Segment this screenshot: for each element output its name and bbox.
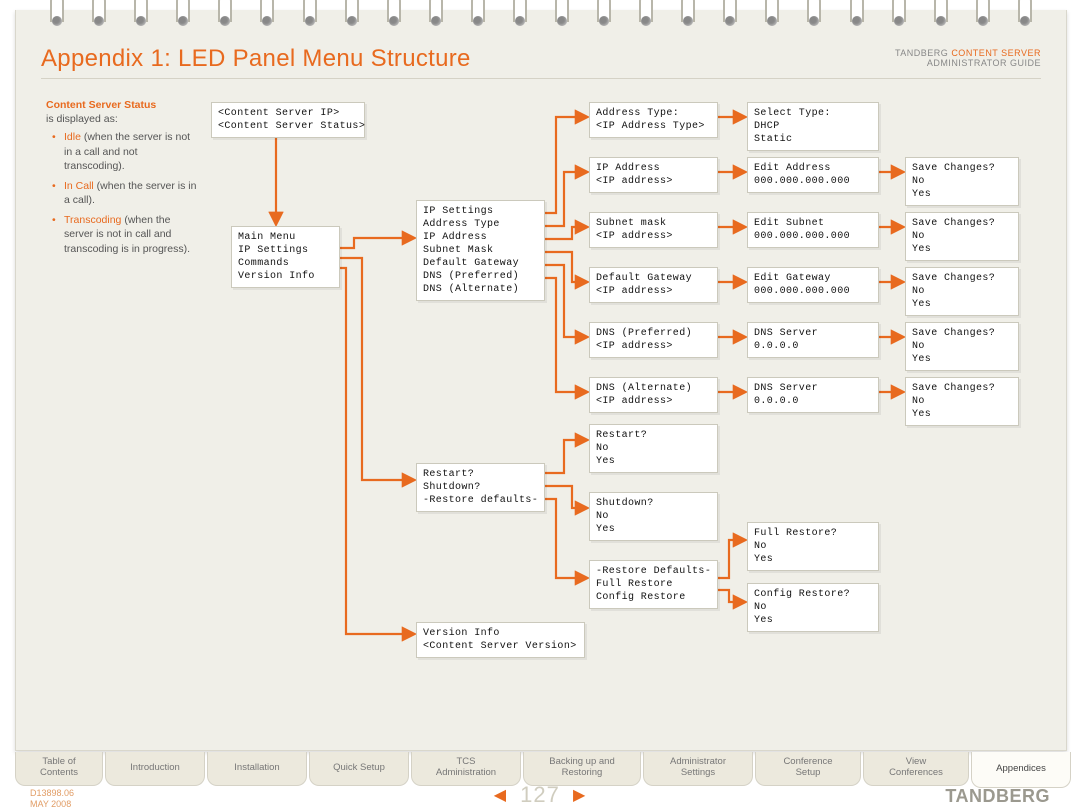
- page-title: Appendix 1: LED Panel Menu Structure: [41, 45, 471, 73]
- box-ip-settings: IP Settings Address Type IP Address Subn…: [416, 200, 545, 301]
- brand-sub: ADMINISTRATOR GUIDE: [927, 58, 1041, 68]
- box-shutdown: Shutdown? No Yes: [589, 492, 718, 541]
- page-card: Appendix 1: LED Panel Menu Structure TAN…: [15, 10, 1067, 751]
- page-number: 127: [520, 782, 560, 807]
- status-legend: Content Server Status is displayed as: I…: [46, 98, 201, 262]
- box-edit-gateway: Edit Gateway 000.000.000.000: [747, 267, 879, 303]
- box-dns-pref: DNS (Preferred) <IP address>: [589, 322, 718, 358]
- box-version-info: Version Info <Content Server Version>: [416, 622, 585, 658]
- legend-item-idle: Idle (when the server is not in a call a…: [56, 130, 201, 173]
- box-save-1: Save Changes? No Yes: [905, 157, 1019, 206]
- tab-admin-set[interactable]: Administrator Settings: [643, 752, 753, 786]
- header-divider: [41, 78, 1041, 79]
- tab-installation[interactable]: Installation: [207, 752, 307, 786]
- box-select-type: Select Type: DHCP Static: [747, 102, 879, 151]
- page-nav: ◀ 127 ▶: [0, 782, 1080, 808]
- doc-header-right: TANDBERG CONTENT SERVER ADMINISTRATOR GU…: [895, 48, 1041, 68]
- box-gateway: Default Gateway <IP address>: [589, 267, 718, 303]
- box-subnet: Subnet mask <IP address>: [589, 212, 718, 248]
- tab-quick-setup[interactable]: Quick Setup: [309, 752, 409, 786]
- legend-heading: Content Server Status: [46, 99, 156, 111]
- tab-toc[interactable]: Table of Contents: [15, 752, 103, 786]
- tab-view-conf[interactable]: View Conferences: [863, 752, 969, 786]
- box-main-menu: Main Menu IP Settings Commands Version I…: [231, 226, 340, 288]
- tab-backup[interactable]: Backing up and Restoring: [523, 752, 641, 786]
- legend-intro: is displayed as:: [46, 113, 118, 125]
- box-edit-subnet: Edit Subnet 000.000.000.000: [747, 212, 879, 248]
- box-commands: Restart? Shutdown? -Restore defaults-: [416, 463, 545, 512]
- box-conf-restore: Config Restore? No Yes: [747, 583, 879, 632]
- box-edit-address: Edit Address 000.000.000.000: [747, 157, 879, 193]
- brand-text: TANDBERG: [895, 48, 951, 58]
- prev-page-icon[interactable]: ◀: [494, 787, 507, 804]
- box-restart: Restart? No Yes: [589, 424, 718, 473]
- legend-item-transcoding: Transcoding (when the server is not in c…: [56, 213, 201, 256]
- box-save-4: Save Changes? No Yes: [905, 322, 1019, 371]
- next-page-icon[interactable]: ▶: [573, 787, 586, 804]
- box-dns-alt: DNS (Alternate) <IP address>: [589, 377, 718, 413]
- bottom-tabbar: Table of Contents Introduction Installat…: [15, 752, 1065, 784]
- tab-introduction[interactable]: Introduction: [105, 752, 205, 786]
- box-save-5: Save Changes? No Yes: [905, 377, 1019, 426]
- box-status: <Content Server IP> <Content Server Stat…: [211, 102, 365, 138]
- footer-brand: TANDBERG: [945, 786, 1050, 807]
- box-restore: -Restore Defaults- Full Restore Config R…: [589, 560, 718, 609]
- brand-right: CONTENT SERVER: [951, 48, 1041, 58]
- box-ip-address: IP Address <IP address>: [589, 157, 718, 193]
- spiral-binding: [16, 0, 1066, 34]
- box-save-3: Save Changes? No Yes: [905, 267, 1019, 316]
- box-full-restore: Full Restore? No Yes: [747, 522, 879, 571]
- legend-item-incall: In Call (when the server is in a call).: [56, 179, 201, 207]
- box-save-2: Save Changes? No Yes: [905, 212, 1019, 261]
- tab-tcs-admin[interactable]: TCS Administration: [411, 752, 521, 786]
- box-address-type: Address Type: <IP Address Type>: [589, 102, 718, 138]
- box-dns-server-1: DNS Server 0.0.0.0: [747, 322, 879, 358]
- tab-conf-setup[interactable]: Conference Setup: [755, 752, 861, 786]
- box-dns-server-2: DNS Server 0.0.0.0: [747, 377, 879, 413]
